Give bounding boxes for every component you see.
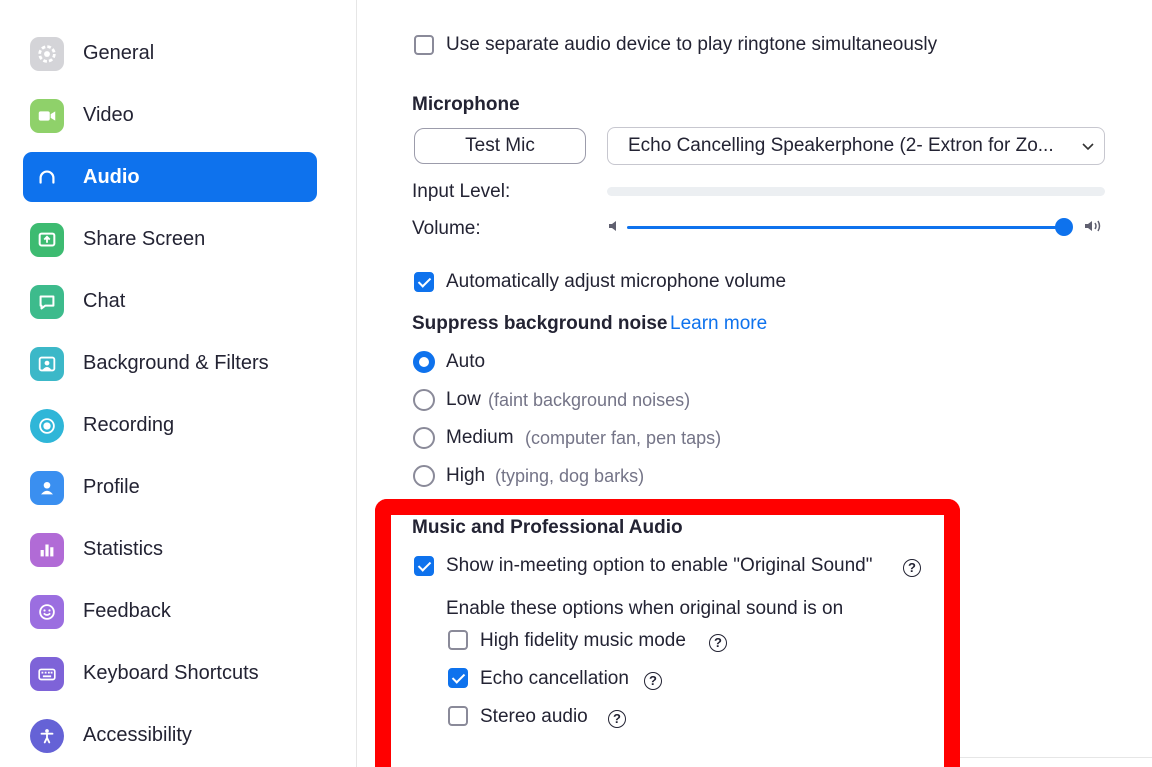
volume-slider-track[interactable]	[627, 226, 1064, 229]
volume-low-icon	[609, 221, 616, 231]
noise-heading: Suppress background noise	[412, 313, 668, 334]
noise-medium-label: Medium	[446, 427, 514, 448]
sidebar-item-label: Profile	[83, 476, 140, 498]
sidebar-item-label: Background & Filters	[83, 352, 269, 374]
input-level-meter	[607, 187, 1105, 196]
video-camera-icon	[30, 99, 64, 133]
sidebar-item-label: Keyboard Shortcuts	[83, 662, 259, 684]
sidebar-item-feedback[interactable]: Feedback	[23, 586, 317, 636]
noise-medium-radio[interactable]	[413, 427, 435, 449]
noise-auto-label: Auto	[446, 351, 486, 372]
sidebar-item-label: Video	[83, 104, 134, 126]
share-screen-icon	[30, 223, 64, 257]
auto-adjust-label: Automatically adjust microphone volume	[446, 271, 787, 292]
sidebar-item-label: Statistics	[83, 538, 164, 560]
sidebar-item-label: Accessibility	[83, 724, 192, 746]
section-divider	[953, 757, 1152, 758]
separate-device-checkbox[interactable]	[414, 35, 434, 55]
bar-chart-icon	[30, 533, 64, 567]
profile-icon	[30, 471, 64, 505]
volume-high-icon	[1085, 220, 1101, 232]
learn-more-link[interactable]: Learn more	[670, 313, 767, 335]
noise-auto-radio[interactable]	[413, 351, 435, 373]
sidebar-item-share-screen[interactable]: Share Screen	[23, 214, 317, 264]
input-level-label: Input Level:	[412, 181, 511, 202]
noise-high-radio[interactable]	[413, 465, 435, 487]
gear-icon	[30, 37, 64, 71]
noise-low-radio[interactable]	[413, 389, 435, 411]
sidebar-item-audio[interactable]: Audio	[23, 152, 317, 202]
volume-slider-thumb[interactable]	[1055, 218, 1073, 236]
separate-device-label: Use separate audio device to play ringto…	[446, 34, 938, 55]
sidebar-item-label: Chat	[83, 290, 126, 312]
smiley-icon	[30, 595, 64, 629]
sidebar-item-keyboard-shortcuts[interactable]: Keyboard Shortcuts	[23, 648, 317, 698]
headphones-icon	[30, 161, 64, 195]
noise-medium-hint: (computer fan, pen taps)	[525, 428, 722, 448]
sidebar-item-recording[interactable]: Recording	[23, 400, 317, 450]
accessibility-icon	[30, 719, 64, 753]
auto-adjust-checkbox[interactable]	[414, 272, 434, 292]
sidebar-item-label: Audio	[83, 166, 140, 188]
noise-high-hint: (typing, dog barks)	[495, 466, 645, 486]
noise-high-label: High	[446, 465, 486, 486]
noise-low-label: Low	[446, 389, 481, 410]
sidebar-item-label: Feedback	[83, 600, 171, 622]
settings-sidebar: General Video Audio Share Screen Chat Ba…	[0, 0, 357, 767]
chevron-down-icon	[1082, 143, 1094, 151]
sidebar-item-background-filters[interactable]: Background & Filters	[23, 338, 317, 388]
chat-bubble-icon	[30, 285, 64, 319]
sidebar-item-label: General	[83, 42, 155, 64]
sidebar-item-profile[interactable]: Profile	[23, 462, 317, 512]
sidebar-item-video[interactable]: Video	[23, 90, 317, 140]
microphone-heading: Microphone	[412, 94, 520, 115]
sidebar-item-statistics[interactable]: Statistics	[23, 524, 317, 574]
sidebar-item-label: Recording	[83, 414, 175, 436]
sidebar-item-general[interactable]: General	[23, 28, 317, 78]
volume-label: Volume:	[412, 218, 481, 239]
sidebar-item-accessibility[interactable]: Accessibility	[23, 710, 317, 760]
test-mic-button[interactable]: Test Mic	[414, 128, 586, 164]
record-icon	[30, 409, 64, 443]
person-background-icon	[30, 347, 64, 381]
sidebar-item-chat[interactable]: Chat	[23, 276, 317, 326]
noise-low-hint: (faint background noises)	[488, 390, 691, 410]
highlight-annotation-box	[375, 499, 960, 767]
microphone-device-select[interactable]: Echo Cancelling Speakerphone (2- Extron …	[607, 127, 1105, 165]
microphone-device-value: Echo Cancelling Speakerphone (2- Extron …	[628, 135, 1054, 156]
keyboard-icon	[30, 657, 64, 691]
sidebar-item-label: Share Screen	[83, 228, 206, 250]
